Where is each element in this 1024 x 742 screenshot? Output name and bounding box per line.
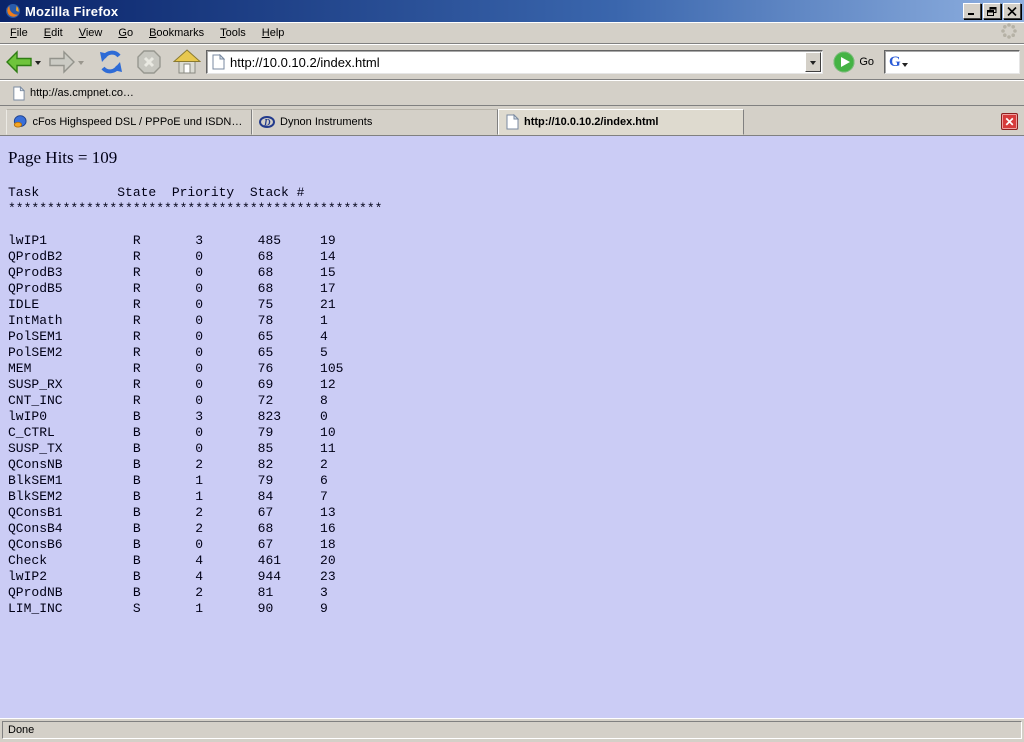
stop-icon	[135, 48, 163, 76]
back-dropdown[interactable]	[35, 61, 41, 68]
firefox-window: Mozilla Firefox File Edit View Go Bookma…	[0, 0, 1024, 742]
tab-label: Dynon Instruments	[280, 116, 372, 128]
forward-dropdown[interactable]	[78, 61, 84, 68]
url-text[interactable]: http://10.0.10.2/index.html	[230, 55, 805, 70]
menu-file[interactable]: File	[2, 24, 36, 42]
minimize-icon	[967, 7, 977, 16]
menu-view[interactable]: View	[71, 24, 111, 42]
cfos-icon	[13, 114, 27, 130]
back-button[interactable]	[4, 47, 34, 77]
dynon-icon: D	[259, 114, 275, 130]
close-icon: ✕	[1004, 115, 1014, 129]
bookmark-item[interactable]: http://as.cmpnet.co…	[6, 84, 140, 103]
page-hits-text: Page Hits = 109	[8, 148, 1024, 168]
go-icon	[833, 51, 855, 73]
tab-index-active[interactable]: http://10.0.10.2/index.html	[498, 109, 744, 135]
google-icon[interactable]: G	[889, 55, 901, 70]
tab-bar: cFos Highspeed DSL / PPPoE und ISDN CAP……	[0, 106, 1024, 136]
throbber-icon	[1000, 22, 1018, 45]
url-bar[interactable]: http://10.0.10.2/index.html	[206, 50, 823, 74]
task-table: Task State Priority Stack # ************…	[8, 185, 1024, 617]
forward-button[interactable]	[47, 47, 77, 77]
menu-tools[interactable]: Tools	[212, 24, 254, 42]
reload-icon	[97, 48, 125, 76]
tab-cfos[interactable]: cFos Highspeed DSL / PPPoE und ISDN CAP…	[6, 109, 252, 135]
stop-button[interactable]	[134, 47, 164, 77]
home-icon	[173, 48, 201, 76]
bookmark-label: http://as.cmpnet.co…	[30, 87, 134, 99]
reload-button[interactable]	[96, 47, 126, 77]
page-content: Page Hits = 109 Task State Priority Stac…	[0, 136, 1024, 718]
page-icon	[505, 114, 519, 130]
menu-go[interactable]: Go	[110, 24, 141, 42]
status-bar: Done	[0, 718, 1024, 742]
menu-bar: File Edit View Go Bookmarks Tools Help	[0, 22, 1024, 44]
svg-text:D: D	[263, 118, 271, 128]
page-icon	[211, 54, 225, 70]
close-icon	[1007, 7, 1017, 16]
bookmarks-toolbar: http://as.cmpnet.co…	[0, 80, 1024, 106]
window-controls	[963, 3, 1021, 19]
tab-close-button[interactable]: ✕	[1001, 113, 1018, 130]
tab-label: cFos Highspeed DSL / PPPoE und ISDN CAP…	[32, 116, 245, 128]
page-icon	[12, 86, 25, 101]
minimize-button[interactable]	[963, 3, 981, 19]
search-engine-dropdown[interactable]	[902, 63, 908, 70]
navigation-toolbar: http://10.0.10.2/index.html Go G	[0, 44, 1024, 80]
go-label[interactable]: Go	[859, 56, 874, 68]
search-box[interactable]: G	[884, 50, 1020, 74]
title-bar: Mozilla Firefox	[0, 0, 1024, 22]
back-icon	[5, 48, 33, 76]
close-button[interactable]	[1003, 3, 1021, 19]
tab-dynon[interactable]: D Dynon Instruments	[252, 109, 498, 135]
menu-bookmarks[interactable]: Bookmarks	[141, 24, 212, 42]
window-title: Mozilla Firefox	[25, 4, 963, 19]
restore-icon	[987, 7, 997, 16]
menu-help[interactable]: Help	[254, 24, 293, 42]
forward-icon	[48, 48, 76, 76]
restore-button[interactable]	[983, 3, 1001, 19]
tab-label: http://10.0.10.2/index.html	[524, 116, 658, 128]
menu-edit[interactable]: Edit	[36, 24, 71, 42]
go-button[interactable]	[833, 51, 855, 73]
url-dropdown-button[interactable]	[805, 52, 821, 72]
chevron-down-icon	[810, 61, 816, 68]
status-text: Done	[8, 724, 34, 736]
status-field: Done	[2, 721, 1022, 739]
firefox-logo-icon	[5, 3, 21, 19]
home-button[interactable]	[172, 47, 202, 77]
